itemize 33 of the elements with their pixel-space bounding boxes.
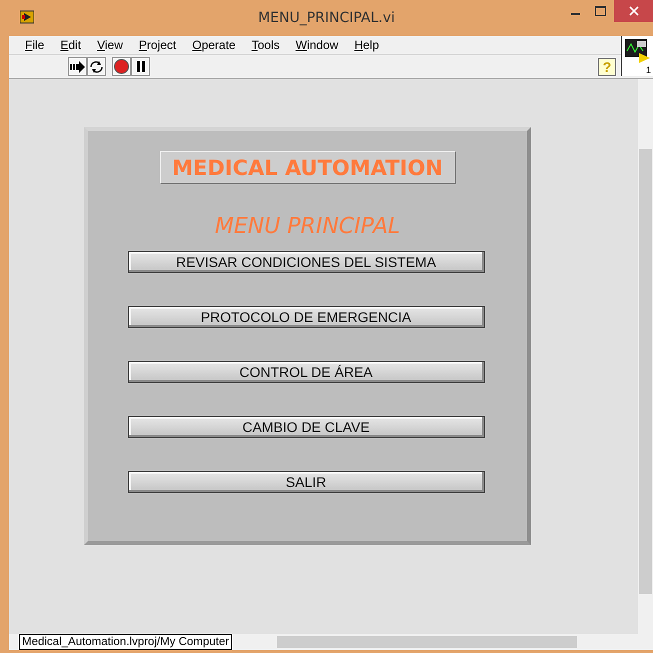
maximize-icon: [594, 6, 606, 16]
panel-subtitle: MENU PRINCIPAL: [214, 214, 400, 241]
panel-title: MEDICAL AUTOMATION: [160, 151, 456, 184]
menu-button[interactable]: REVISAR CONDICIONES DEL SISTEMA: [128, 251, 484, 273]
menu-button[interactable]: CONTROL DE ÁREA: [128, 361, 484, 383]
menu-button[interactable]: SALIR: [128, 471, 484, 493]
menu-item[interactable]: View: [89, 38, 131, 52]
menu-item[interactable]: Tools: [244, 38, 288, 52]
pause-button[interactable]: [131, 57, 150, 76]
menu-item[interactable]: Operate: [184, 38, 244, 52]
project-context: Medical_Automation.lvproj/My Computer: [19, 634, 232, 650]
abort-button[interactable]: [112, 57, 131, 76]
loop-arrows-icon: [89, 60, 104, 74]
vi-icon-number: 1: [646, 65, 651, 75]
run-arrow-icon: [70, 60, 86, 72]
vi-graph-icon: [624, 39, 650, 63]
menu-item[interactable]: Help: [346, 38, 387, 52]
close-button[interactable]: [614, 0, 653, 22]
menu-item[interactable]: File: [17, 38, 52, 52]
pause-icon: [136, 61, 146, 72]
run-button[interactable]: [68, 57, 87, 76]
vi-icon[interactable]: 1: [621, 36, 653, 76]
menu-item[interactable]: Edit: [52, 38, 90, 52]
window-title: MENU_PRINCIPAL.vi: [257, 10, 396, 26]
menu-item[interactable]: Window: [288, 38, 346, 52]
menu-button[interactable]: CAMBIO DE CLAVE: [128, 416, 484, 438]
menu-item[interactable]: Project: [130, 38, 184, 52]
app-icon: [20, 10, 34, 24]
close-icon: [628, 6, 638, 16]
minimize-icon: [570, 13, 580, 15]
run-continuously-button[interactable]: [87, 57, 106, 76]
stop-icon: [114, 59, 129, 74]
menu-button[interactable]: PROTOCOLO DE EMERGENCIA: [128, 306, 484, 328]
